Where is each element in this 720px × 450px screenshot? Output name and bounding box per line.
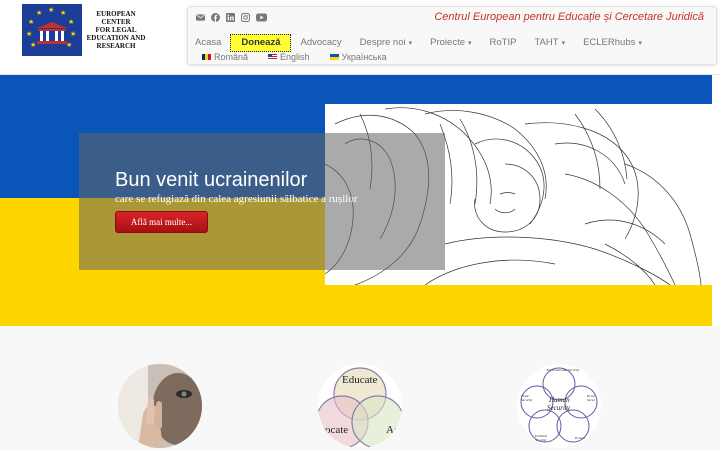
menu-item-despre-noi[interactable]: Despre noi ▾ bbox=[351, 34, 421, 52]
security-label-food: Food Security bbox=[521, 394, 533, 402]
usa-flag-icon bbox=[268, 54, 278, 60]
menu-item-taht[interactable]: TAHT ▾ bbox=[525, 34, 574, 52]
linkedin-icon[interactable] bbox=[226, 13, 235, 22]
facebook-icon[interactable] bbox=[211, 13, 220, 22]
logo-line: for Legal bbox=[95, 26, 137, 34]
star-icon: ★ bbox=[68, 19, 75, 26]
hero-slider: Bun venit ucrainenilor care se refugiază… bbox=[0, 75, 712, 326]
navigation-panel: Centrul European pentru Educație și Cerc… bbox=[187, 6, 717, 65]
logo-text: European Center for Legal Education and … bbox=[85, 10, 147, 50]
ukraine-flag-icon bbox=[329, 54, 339, 60]
language-label: Română bbox=[214, 52, 249, 62]
menu-label: TAHT bbox=[534, 37, 559, 48]
menu-item-advocacy[interactable]: Advocacy bbox=[291, 34, 350, 52]
feature-image-educate-advocate-act[interactable]: Educate Advocate Act bbox=[318, 364, 402, 448]
menu-item-doneaza[interactable]: Donează bbox=[230, 34, 292, 52]
caret-down-icon: ▾ bbox=[561, 40, 566, 47]
language-romana[interactable]: Română bbox=[202, 52, 248, 62]
caret-down-icon: ▾ bbox=[638, 40, 642, 47]
instagram-icon[interactable] bbox=[241, 13, 250, 22]
language-ukrainian[interactable]: Українська bbox=[329, 52, 387, 62]
star-icon: ★ bbox=[70, 31, 77, 38]
security-label-security: Security bbox=[547, 404, 570, 412]
logo-line: European Center bbox=[96, 10, 136, 26]
feature-image-human-security[interactable]: Human Security Environmental Security Fo… bbox=[517, 364, 601, 448]
security-label-economic: Econor bbox=[575, 436, 586, 440]
feature-image-hand[interactable] bbox=[118, 364, 202, 448]
romania-flag-icon bbox=[202, 54, 211, 60]
venn-label-advocate: Advocate bbox=[318, 424, 349, 436]
venn-label-educate: Educate bbox=[342, 374, 378, 386]
hero-subtitle: care se refugiază din calea agresiunii s… bbox=[115, 193, 358, 205]
main-menu: Acasa Donează Advocacy Despre noi ▾ Proie… bbox=[188, 33, 651, 53]
scrollbar-gap bbox=[712, 75, 720, 326]
youtube-icon[interactable] bbox=[256, 13, 267, 22]
site-logo[interactable]: ★ ★ ★ ★ ★ ★ ★ ★ ★ European Center for Le… bbox=[22, 4, 147, 56]
menu-item-proiecte[interactable]: Proiecte ▾ bbox=[421, 34, 480, 52]
hand-over-face-image bbox=[118, 364, 202, 448]
star-icon: ★ bbox=[36, 10, 43, 17]
menu-label: ECLERhubs bbox=[583, 37, 636, 48]
social-links bbox=[196, 13, 267, 22]
menu-item-acasa[interactable]: Acasa bbox=[188, 34, 230, 52]
security-label-personal: Perso Secur bbox=[587, 394, 596, 402]
menu-item-rotip[interactable]: RoTIP bbox=[481, 34, 526, 52]
features-section: Educate Advocate Act Human Security Envi… bbox=[0, 326, 720, 450]
star-icon: ★ bbox=[48, 7, 55, 14]
learn-more-button[interactable]: Află mai multe... bbox=[115, 211, 208, 233]
language-label: Українська bbox=[341, 52, 387, 62]
menu-label: Proiecte bbox=[430, 37, 465, 48]
logo-line: Research bbox=[96, 42, 136, 50]
hero-title: Bun venit ucrainenilor bbox=[115, 169, 308, 191]
site-header: ★ ★ ★ ★ ★ ★ ★ ★ ★ European Center for Le… bbox=[0, 0, 720, 75]
star-icon: ★ bbox=[60, 10, 67, 17]
security-label-environmental: Environmental Security bbox=[546, 368, 580, 372]
logo-line: Education and bbox=[86, 34, 146, 42]
site-tagline: Centrul European pentru Educație și Cerc… bbox=[434, 11, 704, 23]
language-label: English bbox=[280, 52, 310, 62]
security-label-political: Political Security bbox=[535, 434, 548, 442]
venn-label-act: Act bbox=[386, 424, 402, 436]
logo-emblem: ★ ★ ★ ★ ★ ★ ★ ★ ★ bbox=[22, 4, 82, 56]
email-icon[interactable] bbox=[196, 13, 205, 22]
menu-label: Despre noi bbox=[359, 37, 406, 48]
caret-down-icon: ▾ bbox=[408, 40, 413, 47]
language-switcher: Română English Українська bbox=[202, 52, 387, 62]
courthouse-icon bbox=[37, 22, 67, 44]
language-english[interactable]: English bbox=[268, 52, 310, 62]
star-icon: ★ bbox=[28, 19, 35, 26]
security-label-human: Human bbox=[549, 396, 570, 404]
caret-down-icon: ▾ bbox=[468, 40, 472, 47]
menu-item-eclerhubs[interactable]: ECLERhubs ▾ bbox=[574, 34, 651, 52]
star-icon: ★ bbox=[26, 31, 33, 38]
